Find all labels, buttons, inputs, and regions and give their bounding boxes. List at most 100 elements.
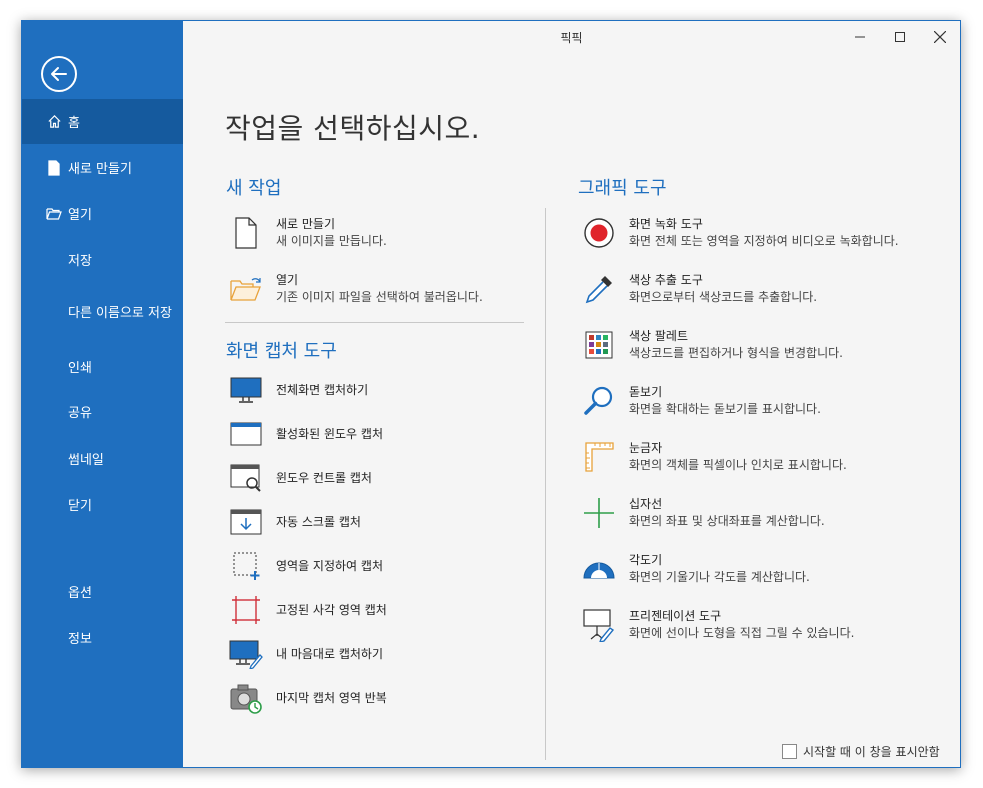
capture-fixed-region-item[interactable]: 고정된 사각 영역 캡처 <box>229 593 387 627</box>
sidebar-item-new[interactable]: 새로 만들기 <box>22 145 183 190</box>
app-window: 홈 새로 만들기 열기 저장 다른 이름으로 저장 인쇄 공유 썸네일 닫기 옵… <box>21 20 961 768</box>
presentation-item[interactable]: 프리젠테이션 도구 화면에 선이나 도형을 직접 그릴 수 있습니다. <box>582 608 854 642</box>
item-title: 화면 녹화 도구 <box>629 217 703 231</box>
sidebar-item-label: 옵션 <box>68 586 92 601</box>
item-desc: 기존 이미지 파일을 선택하여 불러옵니다. <box>276 290 483 304</box>
capture-freehand-item[interactable]: 내 마음대로 캡처하기 <box>229 637 383 671</box>
item-desc: 화면의 좌표 및 상대좌표를 계산합니다. <box>629 514 825 528</box>
protractor-icon <box>582 552 616 586</box>
sidebar-item-label: 인쇄 <box>68 361 92 376</box>
item-title: 자동 스크롤 캡처 <box>276 514 361 529</box>
capture-fullscreen-item[interactable]: 전체화면 캡처하기 <box>229 373 368 407</box>
capture-window-control-item[interactable]: 윈도우 컨트롤 캡처 <box>229 461 372 495</box>
sidebar-item-open[interactable]: 열기 <box>22 191 183 236</box>
fixed-region-capture-icon <box>229 593 263 627</box>
fullscreen-capture-icon <box>229 373 263 407</box>
item-desc: 화면으로부터 색상코드를 추출합니다. <box>629 290 818 304</box>
region-capture-icon <box>229 549 263 583</box>
sidebar-item-label: 다른 이름으로 저장 <box>68 306 172 321</box>
page-title: 작업을 선택하십시오. <box>225 112 481 145</box>
palette-icon <box>582 328 616 362</box>
protractor-item[interactable]: 각도기 화면의 기울기나 각도를 계산합니다. <box>582 552 810 586</box>
section-title-graphic: 그래픽 도구 <box>578 178 667 199</box>
item-desc: 화면의 기울기나 각도를 계산합니다. <box>629 570 810 584</box>
new-image-item[interactable]: 새로 만들기 새 이미지를 만듭니다. <box>229 216 387 250</box>
sidebar-item-close[interactable]: 닫기 <box>22 482 183 527</box>
item-title: 눈금자 <box>629 441 663 455</box>
sidebar-item-label: 썸네일 <box>68 453 104 468</box>
new-file-icon <box>46 159 62 176</box>
item-title: 돋보기 <box>629 385 663 399</box>
minimize-button[interactable] <box>840 21 880 53</box>
item-title: 각도기 <box>629 553 663 567</box>
hide-on-startup-option[interactable]: 시작할 때 이 창을 표시안함 <box>782 743 940 760</box>
item-title: 열기 <box>276 273 299 287</box>
new-document-icon <box>229 216 263 250</box>
color-picker-item[interactable]: 색상 추출 도구 화면으로부터 색상코드를 추출합니다. <box>582 272 817 306</box>
open-folder-icon <box>229 272 263 306</box>
open-folder-icon <box>46 206 62 222</box>
sidebar-item-save[interactable]: 저장 <box>22 237 183 282</box>
repeat-capture-icon <box>229 681 263 715</box>
open-image-item[interactable]: 열기 기존 이미지 파일을 선택하여 불러옵니다. <box>229 272 483 306</box>
crosshair-item[interactable]: 십자선 화면의 좌표 및 상대좌표를 계산합니다. <box>582 496 825 530</box>
maximize-button[interactable] <box>880 21 920 53</box>
window-title: 픽픽 <box>560 30 583 45</box>
sidebar-item-share[interactable]: 공유 <box>22 389 183 434</box>
capture-repeat-item[interactable]: 마지막 캡처 영역 반복 <box>229 681 387 715</box>
item-title: 윈도우 컨트롤 캡처 <box>276 470 372 485</box>
item-desc: 화면의 객체를 픽셀이나 인치로 표시합니다. <box>629 458 847 472</box>
item-title: 영역을 지정하여 캡처 <box>276 558 383 573</box>
item-desc: 화면을 확대하는 돋보기를 표시합니다. <box>629 402 821 416</box>
freehand-capture-icon <box>229 637 263 671</box>
item-title: 프리젠테이션 도구 <box>629 609 722 623</box>
item-desc: 화면 전체 또는 영역을 지정하여 비디오로 녹화합니다. <box>629 234 899 248</box>
sidebar-item-label: 새로 만들기 <box>68 162 132 177</box>
item-title: 십자선 <box>629 497 663 511</box>
capture-active-window-item[interactable]: 활성화된 윈도우 캡처 <box>229 417 383 451</box>
section-title-new-task: 새 작업 <box>226 178 282 199</box>
sidebar-item-label: 공유 <box>68 406 92 421</box>
sidebar-item-about[interactable]: 정보 <box>22 615 183 660</box>
item-title: 마지막 캡처 영역 반복 <box>276 690 387 705</box>
column-divider <box>545 208 546 760</box>
arrow-left-icon <box>51 67 67 81</box>
item-title: 색상 추출 도구 <box>629 273 703 287</box>
color-palette-item[interactable]: 색상 팔레트 색상코드를 편집하거나 형식을 변경합니다. <box>582 328 843 362</box>
close-button[interactable] <box>920 21 960 53</box>
back-button[interactable] <box>41 56 77 92</box>
eyedropper-icon <box>582 272 616 306</box>
screen-recorder-item[interactable]: 화면 녹화 도구 화면 전체 또는 영역을 지정하여 비디오로 녹화합니다. <box>582 216 899 250</box>
item-title: 활성화된 윈도우 캡처 <box>276 426 383 441</box>
sidebar-item-label: 열기 <box>68 208 92 223</box>
ruler-icon <box>582 440 616 474</box>
scroll-capture-icon <box>229 505 263 539</box>
sidebar-item-print[interactable]: 인쇄 <box>22 344 183 389</box>
sidebar-item-home[interactable]: 홈 <box>22 99 183 144</box>
magnifier-item[interactable]: 돋보기 화면을 확대하는 돋보기를 표시합니다. <box>582 384 821 418</box>
sidebar-item-label: 닫기 <box>68 499 92 514</box>
section-title-capture: 화면 캡처 도구 <box>226 341 337 362</box>
item-title: 새로 만들기 <box>276 217 336 231</box>
item-desc: 화면에 선이나 도형을 직접 그릴 수 있습니다. <box>629 626 855 640</box>
magnifier-icon <box>582 384 616 418</box>
minimize-icon <box>855 36 865 38</box>
sidebar-item-thumbnail[interactable]: 썸네일 <box>22 436 183 481</box>
hide-on-startup-label: 시작할 때 이 창을 표시안함 <box>803 745 940 759</box>
ruler-item[interactable]: 눈금자 화면의 객체를 픽셀이나 인치로 표시합니다. <box>582 440 847 474</box>
hide-on-startup-checkbox[interactable] <box>782 744 797 759</box>
close-icon <box>934 31 946 43</box>
item-title: 전체화면 캡처하기 <box>276 382 369 397</box>
sidebar-item-options[interactable]: 옵션 <box>22 569 183 614</box>
sidebar-item-label: 저장 <box>68 254 92 269</box>
capture-region-item[interactable]: 영역을 지정하여 캡처 <box>229 549 383 583</box>
item-desc: 색상코드를 편집하거나 형식을 변경합니다. <box>629 346 843 360</box>
sidebar-item-save-as[interactable]: 다른 이름으로 저장 <box>22 289 183 334</box>
active-window-capture-icon <box>229 417 263 451</box>
item-desc: 새 이미지를 만듭니다. <box>276 234 387 248</box>
section-divider <box>225 322 524 323</box>
item-title: 색상 팔레트 <box>629 329 689 343</box>
sidebar: 홈 새로 만들기 열기 저장 다른 이름으로 저장 인쇄 공유 썸네일 닫기 옵… <box>22 21 183 767</box>
sidebar-item-label: 정보 <box>68 632 92 647</box>
capture-scroll-item[interactable]: 자동 스크롤 캡처 <box>229 505 361 539</box>
